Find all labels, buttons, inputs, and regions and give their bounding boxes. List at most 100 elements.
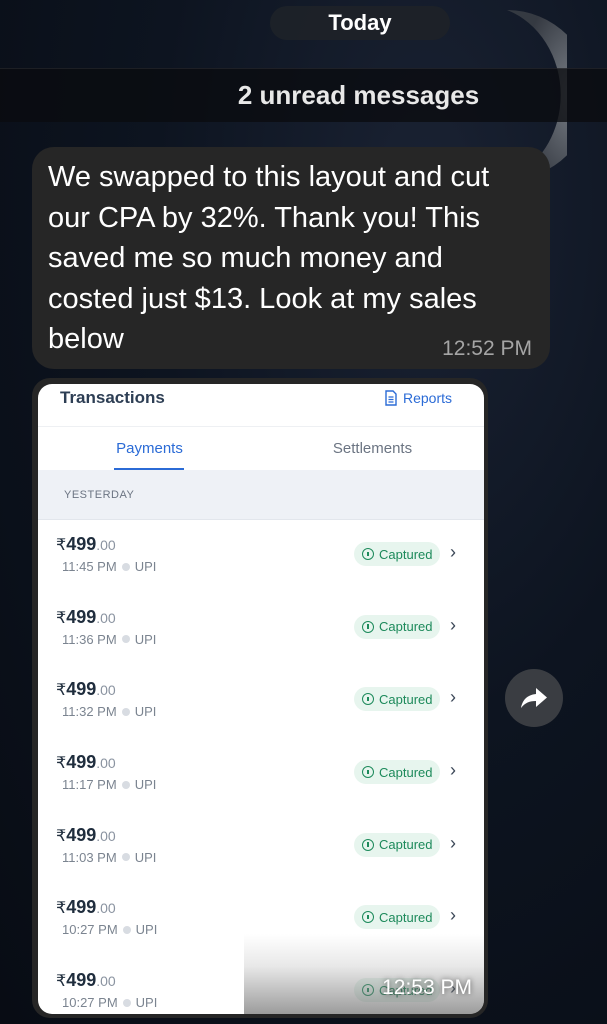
payment-method: UPI — [135, 922, 158, 938]
transactions-title: Transactions — [60, 388, 165, 407]
amount-value: 499 — [66, 534, 97, 554]
transaction-amount: ₹499.00 — [56, 679, 116, 700]
transaction-time: 11:03 PM — [62, 849, 117, 865]
status-badge: Captured — [354, 760, 441, 785]
status-label: Captured — [379, 691, 433, 707]
chevron-right-icon: › — [450, 905, 456, 926]
shared-screenshot[interactable]: Transactions Reports Payments Settlement… — [38, 384, 484, 1014]
amount-decimals: .00 — [96, 827, 116, 844]
currency-symbol: ₹ — [56, 827, 67, 845]
transaction-row: ₹499.00 11:17 PM UPI Captured › — [38, 738, 484, 811]
separator-dot — [121, 635, 130, 644]
status-label: Captured — [379, 619, 433, 635]
amount-decimals: .00 — [96, 537, 116, 553]
currency-symbol: ₹ — [56, 900, 67, 918]
section-label: YESTERDAY — [64, 488, 135, 501]
info-circle-icon — [362, 838, 374, 851]
info-circle-icon — [362, 620, 374, 633]
tab-payments: Payments — [38, 427, 261, 470]
separator-dot — [121, 853, 130, 862]
message-bubble[interactable]: We swapped to this layout and cut our CP… — [32, 147, 550, 369]
amount-decimals: .00 — [96, 682, 116, 699]
status-label: Captured — [379, 837, 433, 853]
payment-method: UPI — [135, 995, 158, 1011]
separator-dot — [121, 562, 130, 571]
transactions-header: Transactions Reports — [38, 384, 484, 426]
amount-value: 499 — [66, 752, 97, 773]
chevron-right-icon: › — [450, 542, 456, 562]
transaction-row: ₹499.00 11:45 PM UPI Captured › — [38, 520, 484, 593]
transaction-row: ₹499.00 11:36 PM UPI Captured › — [38, 593, 484, 666]
info-circle-icon — [362, 548, 374, 560]
message-text: We swapped to this layout and cut our CP… — [48, 161, 490, 355]
transaction-meta: 11:32 PM UPI — [62, 704, 156, 719]
chevron-right-icon: › — [450, 760, 456, 781]
amount-decimals: .00 — [96, 755, 116, 772]
transaction-meta: 11:45 PM UPI — [62, 559, 156, 574]
transaction-list: ₹499.00 11:45 PM UPI Captured › ₹499.00 1… — [38, 520, 484, 1014]
transaction-time: 11:45 PM — [62, 559, 117, 574]
unread-label: 2 unread messages — [237, 80, 480, 110]
status-label: Captured — [379, 546, 433, 562]
image-message-time: 12:53 PM — [382, 976, 472, 999]
amount-decimals: .00 — [96, 609, 116, 626]
status-badge: Captured — [354, 614, 441, 639]
currency-symbol: ₹ — [56, 755, 67, 773]
payment-method: UPI — [134, 777, 157, 793]
status-badge: Captured — [354, 905, 441, 930]
amount-value: 499 — [66, 679, 97, 700]
transaction-meta: 11:36 PM UPI — [62, 632, 156, 647]
amount-value: 499 — [66, 824, 97, 845]
status-label: Captured — [379, 909, 433, 925]
separator-dot — [122, 925, 131, 934]
forward-button[interactable] — [505, 669, 563, 727]
amount-value: 499 — [66, 606, 97, 627]
status-badge: Captured — [354, 542, 441, 566]
transaction-time: 11:17 PM — [62, 777, 117, 793]
info-circle-icon — [362, 766, 374, 779]
status-badge: Captured — [354, 832, 441, 857]
transaction-amount: ₹499.00 — [56, 607, 116, 628]
amount-decimals: .00 — [96, 973, 116, 990]
separator-dot — [121, 780, 130, 789]
transaction-time: 11:32 PM — [62, 704, 117, 720]
forward-arrow-icon — [521, 688, 547, 708]
date-separator: Today — [270, 6, 450, 40]
info-circle-icon — [362, 911, 374, 924]
tab-settlements-label: Settlements — [332, 440, 413, 457]
image-message[interactable]: Transactions Reports Payments Settlement… — [32, 378, 488, 1018]
date-label: Today — [328, 10, 392, 35]
transaction-meta: 10:27 PM UPI — [62, 922, 157, 937]
currency-symbol: ₹ — [56, 609, 67, 627]
transaction-amount: ₹499.00 — [56, 752, 116, 773]
reports-link: Reports — [384, 390, 452, 406]
unread-messages-bar: 2 unread messages — [0, 68, 607, 122]
transaction-amount: ₹499.00 — [56, 897, 116, 918]
info-circle-icon — [362, 693, 374, 706]
amount-value: 499 — [66, 970, 97, 991]
section-header: YESTERDAY — [38, 470, 484, 520]
status-label: Captured — [379, 764, 433, 780]
transaction-amount: ₹499.00 — [56, 970, 116, 991]
chevron-right-icon: › — [450, 687, 456, 708]
amount-value: 499 — [66, 897, 97, 918]
currency-symbol: ₹ — [56, 682, 67, 700]
tab-bar: Payments Settlements — [38, 426, 484, 470]
currency-symbol: ₹ — [56, 973, 67, 991]
transaction-time: 11:36 PM — [62, 631, 117, 647]
transaction-row: ₹499.00 10:27 PM UPI Captured › — [38, 883, 484, 956]
info-circle-icon — [362, 984, 374, 997]
tab-payments-label: Payments — [116, 440, 183, 457]
status-badge: Captured — [354, 687, 441, 712]
amount-decimals: .00 — [96, 900, 116, 917]
document-icon — [385, 390, 397, 406]
transaction-time: 10:27 PM — [62, 995, 118, 1011]
transaction-meta: 10:27 PM UPI — [62, 995, 157, 1010]
tab-settlements: Settlements — [261, 427, 484, 470]
transaction-amount: ₹499.00 — [56, 825, 116, 846]
transaction-meta: 11:03 PM UPI — [62, 850, 156, 865]
payment-method: UPI — [134, 704, 157, 720]
payment-method: UPI — [134, 631, 157, 647]
separator-dot — [122, 998, 131, 1007]
transaction-amount: ₹499.00 — [56, 534, 116, 555]
